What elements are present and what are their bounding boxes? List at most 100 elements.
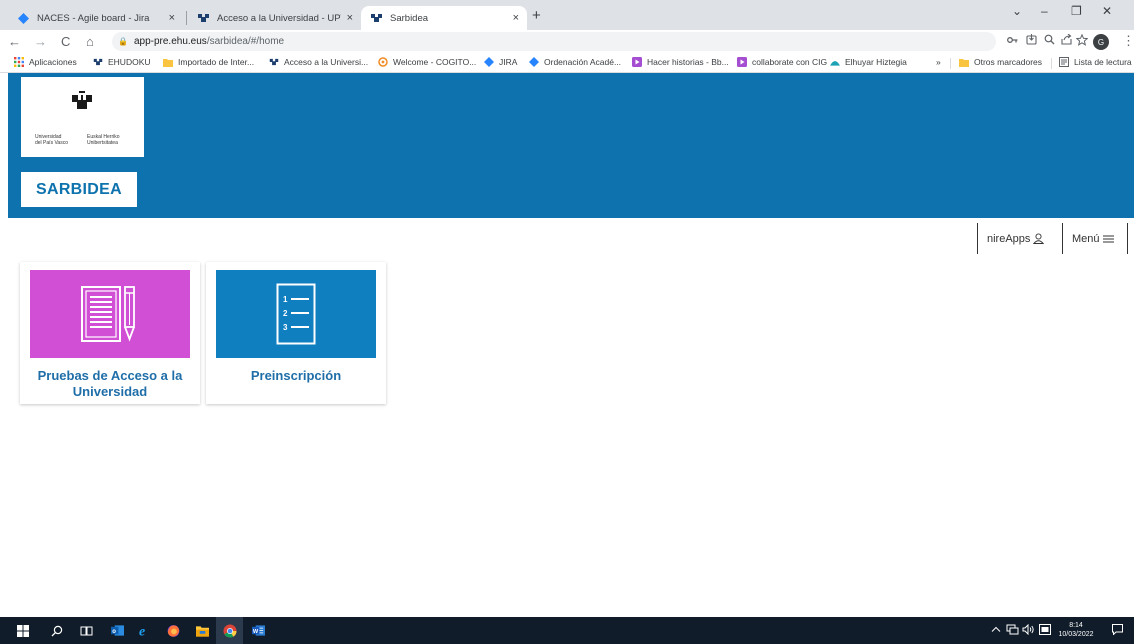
bookmark-item[interactable]: Hacer historias - Bb...: [632, 57, 729, 67]
upv-logo-icon: [369, 11, 383, 25]
bookmark-label: collaborate con CIG: [752, 57, 828, 67]
search-icon[interactable]: [50, 624, 63, 637]
restore-button[interactable]: ❐: [1071, 4, 1082, 18]
menu-button[interactable]: Menú: [1072, 223, 1114, 254]
back-button[interactable]: ←: [8, 33, 21, 51]
key-icon[interactable]: [1007, 34, 1018, 48]
close-icon[interactable]: ×: [347, 12, 353, 24]
apps-grid-icon: [14, 57, 24, 67]
word-icon[interactable]: W: [252, 624, 265, 637]
bookmark-separator: [950, 58, 951, 69]
nav-divider: [1127, 223, 1128, 254]
bookmark-item[interactable]: Welcome - COGITO...: [378, 57, 476, 67]
close-icon[interactable]: ×: [169, 12, 175, 24]
reload-button[interactable]: C: [61, 33, 70, 51]
jira-icon: [16, 11, 30, 25]
bookmark-item[interactable]: Importado de Inter...: [163, 57, 254, 67]
profile-avatar[interactable]: G: [1093, 34, 1109, 50]
nav-divider: [1062, 223, 1063, 254]
bookmark-star-icon[interactable]: [1075, 33, 1089, 50]
logo-text-es: Universidad del País Vasco: [35, 134, 68, 146]
card-preinscripcion[interactable]: 1 2 3 Preinscripción: [206, 262, 386, 404]
bookmark-label: Acceso a la Universi...: [284, 57, 369, 67]
address-bar[interactable]: 🔒 app-pre.ehu.eus/sarbidea/#/home: [112, 32, 996, 51]
nireapps-label: nireApps: [987, 232, 1031, 245]
jira-icon: [484, 57, 494, 67]
bookmark-item[interactable]: Aplicaciones: [14, 57, 77, 67]
internet-explorer-icon[interactable]: e: [139, 624, 152, 637]
close-window-button[interactable]: ✕: [1102, 4, 1112, 18]
svg-text:e: e: [139, 624, 145, 637]
input-method-icon[interactable]: [1039, 624, 1051, 638]
tab-sarbidea[interactable]: Sarbidea ×: [361, 6, 527, 30]
play-icon: [632, 57, 642, 67]
bookmark-label: Lista de lectura: [1074, 57, 1132, 67]
bookmark-item[interactable]: JIRA: [484, 57, 517, 67]
hamburger-icon: [1102, 235, 1114, 243]
reading-list-button[interactable]: Lista de lectura: [1059, 57, 1132, 67]
tray-expand-icon[interactable]: [991, 624, 1001, 635]
bookmark-separator: [1051, 58, 1052, 69]
bookmark-item[interactable]: Elhuyar Hiztegia: [830, 57, 907, 67]
bookmark-item[interactable]: Ordenación Acadé...: [529, 57, 621, 67]
system-clock[interactable]: 8:14 10/03/2022: [1057, 621, 1095, 639]
tab-strip: NACES - Agile board - Jira × Acceso a la…: [0, 0, 1134, 30]
nireapps-link[interactable]: nireApps: [987, 223, 1045, 254]
notification-icon[interactable]: [1112, 624, 1123, 638]
file-explorer-icon[interactable]: [196, 624, 209, 637]
new-tab-button[interactable]: +: [532, 6, 541, 26]
bookmarks-overflow-button[interactable]: »: [936, 57, 941, 67]
card-tile: [30, 270, 190, 358]
task-view-icon[interactable]: [80, 624, 93, 637]
more-menu-icon[interactable]: ⋮: [1122, 34, 1134, 48]
chrome-taskbar-active[interactable]: [216, 617, 243, 644]
tab-acceso[interactable]: Acceso a la Universidad - UPV/EH ×: [188, 6, 361, 30]
windows-start-icon[interactable]: [16, 624, 29, 637]
minimize-button[interactable]: –: [1041, 4, 1048, 18]
upv-logo-icon: [269, 57, 279, 67]
tab-title: Sarbidea: [390, 12, 429, 24]
bookmark-item[interactable]: collaborate con CIG: [737, 57, 827, 67]
user-icon: [1033, 233, 1045, 244]
top-nav: nireApps Menú: [8, 218, 1134, 260]
reading-list-icon: [1059, 57, 1069, 67]
network-icon[interactable]: [1006, 624, 1019, 638]
tab-jira[interactable]: NACES - Agile board - Jira ×: [8, 6, 183, 30]
app-title[interactable]: SARBIDEA: [21, 172, 137, 207]
bookmark-item[interactable]: Acceso a la Universi...: [269, 57, 368, 67]
outlook-icon[interactable]: o: [111, 624, 124, 637]
tab-search-button[interactable]: ⌄: [1012, 4, 1022, 18]
install-app-icon[interactable]: [1026, 34, 1037, 49]
site-header: Universidad del País Vasco Euskal Herrik…: [8, 73, 1134, 218]
cogito-icon: [378, 57, 388, 67]
play-icon: [737, 57, 747, 67]
zoom-icon[interactable]: [1044, 34, 1055, 49]
menu-label: Menú: [1072, 232, 1100, 245]
home-button[interactable]: ⌂: [86, 33, 94, 51]
upv-logo-icon: [70, 91, 94, 116]
document-pencil-icon: [81, 286, 135, 342]
share-icon[interactable]: [1061, 33, 1072, 49]
clock-time: 8:14: [1069, 622, 1083, 629]
volume-icon[interactable]: [1022, 623, 1035, 638]
bookmark-label: Welcome - COGITO...: [393, 57, 477, 67]
firefox-icon[interactable]: [167, 624, 180, 637]
bookmark-label: JIRA: [499, 57, 518, 67]
bookmarks-bar: Aplicaciones EHUDOKU Importado de Inter.…: [0, 54, 1134, 73]
bookmark-item[interactable]: EHUDOKU: [93, 57, 151, 67]
university-logo[interactable]: Universidad del País Vasco Euskal Herrik…: [21, 77, 144, 157]
folder-icon: [163, 57, 173, 67]
card-pruebas-acceso[interactable]: Pruebas de Acceso a la Universidad: [20, 262, 200, 404]
bookmark-label: Otros marcadores: [974, 57, 1043, 67]
bookmark-label: Importado de Inter...: [178, 57, 255, 67]
svg-text:2: 2: [283, 309, 288, 318]
numbered-list-icon: 1 2 3: [276, 283, 316, 345]
folder-icon: [959, 57, 969, 67]
bookmark-label: Aplicaciones: [29, 57, 77, 67]
bookmark-label: Hacer historias - Bb...: [647, 57, 729, 67]
app-title-text: SARBIDEA: [36, 181, 122, 198]
bookmark-item-other[interactable]: Otros marcadores: [959, 57, 1042, 67]
forward-button[interactable]: →: [34, 33, 47, 51]
tab-separator: [186, 11, 187, 25]
close-icon[interactable]: ×: [513, 12, 519, 24]
